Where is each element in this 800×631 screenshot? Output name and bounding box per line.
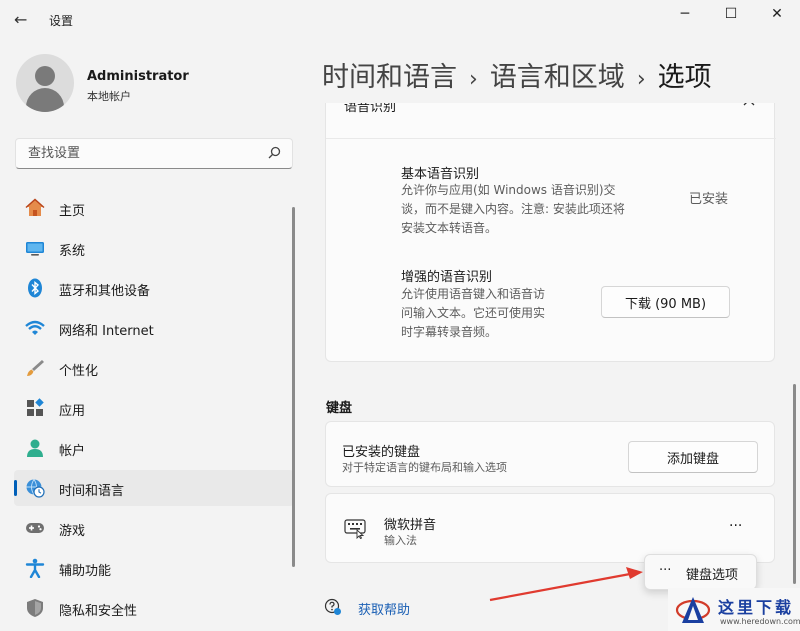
sidebar-item-label: 隐私和安全性	[59, 604, 138, 619]
basic-speech-desc-line3: 安装文本转语音。	[401, 221, 498, 235]
sidebar-item-accounts[interactable]: 帐户	[14, 430, 294, 466]
sidebar-item-label: 游戏	[59, 524, 86, 539]
brush-icon	[27, 360, 44, 376]
installed-keyboards-card: 已安装的键盘 对于特定语言的键布局和输入选项 添加键盘	[325, 421, 775, 487]
basic-speech-desc-line2: 谈，而不是键入内容。注意: 安装此项还将	[401, 202, 625, 216]
more-options-button[interactable]: ···	[729, 518, 742, 534]
globe-clock-icon	[26, 479, 45, 498]
avatar-body	[26, 88, 64, 112]
sidebar-item-label: 主页	[59, 204, 86, 219]
sidebar-nav: 主页 系统 蓝牙和其他设备 网络和 Internet 个性化 应用 帐户 时间和…	[14, 190, 294, 630]
breadcrumb-separator: ›	[469, 67, 478, 92]
enhanced-speech-desc-line1: 允许使用语音键入和语音访	[401, 287, 546, 301]
sidebar-item-privacy[interactable]: 隐私和安全性	[14, 590, 294, 626]
sidebar-item-gaming[interactable]: 游戏	[14, 510, 294, 546]
wifi-icon	[25, 320, 45, 335]
content-scrollbar[interactable]	[793, 384, 796, 584]
add-keyboard-button[interactable]: 添加键盘	[628, 441, 758, 473]
watermark-logo-icon	[675, 597, 711, 623]
search-icon[interactable]	[266, 145, 282, 161]
sidebar-item-label: 蓝牙和其他设备	[59, 284, 151, 299]
avatar-head	[35, 66, 55, 86]
keyboard-options-menu-item[interactable]: 键盘选项	[686, 564, 738, 583]
annotation-arrow	[489, 567, 643, 602]
sidebar-item-label: 应用	[59, 404, 86, 419]
breadcrumb-overlay: 时间和语言 › 语言和区域 › 选项	[322, 55, 712, 94]
system-icon	[26, 242, 44, 256]
page-title: 选项	[657, 62, 712, 93]
keyboard-section-title: 键盘	[326, 401, 353, 416]
watermark: 这里下载 www.heredown.com	[668, 588, 800, 631]
apps-icon	[27, 398, 44, 416]
accessibility-icon	[25, 558, 45, 578]
keyboard-icon	[344, 519, 366, 539]
shield-icon	[27, 599, 43, 617]
sidebar-item-bluetooth[interactable]: 蓝牙和其他设备	[14, 270, 294, 306]
sidebar-item-system[interactable]: 系统	[14, 230, 294, 266]
sidebar-item-label: 系统	[59, 244, 86, 259]
close-button[interactable]: ✕	[754, 4, 800, 24]
app-title: 设置	[49, 14, 74, 28]
sidebar-item-personalization[interactable]: 个性化	[14, 350, 294, 386]
ime-type: 输入法	[384, 534, 417, 547]
avatar[interactable]	[16, 54, 74, 112]
ime-context-menu: ··· 键盘选项	[644, 554, 757, 590]
account-icon	[27, 439, 43, 457]
user-name: Administrator	[87, 69, 189, 84]
sidebar-item-time-language[interactable]: 时间和语言	[14, 470, 294, 506]
maximize-button[interactable]: ☐	[708, 4, 754, 24]
sidebar-item-network[interactable]: 网络和 Internet	[14, 310, 294, 346]
help-label[interactable]: 获取帮助	[358, 599, 410, 618]
sidebar-item-accessibility[interactable]: 辅助功能	[14, 550, 294, 586]
sidebar-item-apps[interactable]: 应用	[14, 390, 294, 426]
title-bar: ← 设置 ─ ☐ ✕	[0, 0, 800, 42]
home-icon	[25, 198, 45, 216]
gamepad-icon	[26, 523, 44, 533]
enhanced-speech-desc-line3: 时字幕转录音频。	[401, 325, 498, 339]
search-box[interactable]	[15, 138, 293, 169]
minimize-button[interactable]: ─	[662, 4, 708, 24]
ime-card: 微软拼音 输入法 ···	[325, 493, 775, 563]
enhanced-speech-title: 增强的语音识别	[401, 270, 493, 285]
search-input[interactable]	[26, 145, 260, 162]
installed-keyboards-desc: 对于特定语言的键布局和输入选项	[342, 461, 507, 474]
sidebar-item-label: 帐户	[59, 444, 86, 459]
back-arrow-icon[interactable]: ←	[14, 10, 34, 30]
enhanced-speech-desc-line2: 问输入文本。它还可使用实	[401, 306, 546, 320]
basic-speech-desc-line1: 允许你与应用(如 Windows 语音识别)交	[401, 183, 616, 197]
menu-more-icon: ···	[659, 563, 672, 578]
breadcrumb-time-language[interactable]: 时间和语言	[322, 62, 457, 93]
sidebar-item-label: 个性化	[59, 364, 99, 379]
help-icon	[324, 598, 341, 615]
watermark-text: 这里下载	[718, 598, 795, 617]
watermark-url: www.heredown.com	[720, 617, 800, 626]
download-button[interactable]: 下载 (90 MB)	[601, 286, 730, 318]
installed-status: 已安装	[689, 192, 729, 207]
selected-indicator	[14, 480, 17, 496]
bluetooth-icon	[28, 278, 42, 298]
sidebar-item-label: 时间和语言	[59, 484, 125, 499]
basic-speech-title: 基本语音识别	[401, 167, 480, 182]
divider	[326, 138, 776, 139]
sidebar-item-label: 辅助功能	[59, 564, 112, 579]
sidebar-scrollbar[interactable]	[292, 207, 295, 567]
speech-card: 语音识别 基本语音识别 允许你与应用(如 Windows 语音识别)交 谈，而不…	[325, 80, 776, 362]
breadcrumb-separator: ›	[636, 67, 646, 92]
sidebar-item-label: 网络和 Internet	[59, 324, 154, 339]
breadcrumb-language-region[interactable]: 语言和区域	[490, 62, 625, 93]
account-type: 本地帐户	[87, 90, 131, 103]
sidebar-item-home[interactable]: 主页	[14, 190, 294, 226]
